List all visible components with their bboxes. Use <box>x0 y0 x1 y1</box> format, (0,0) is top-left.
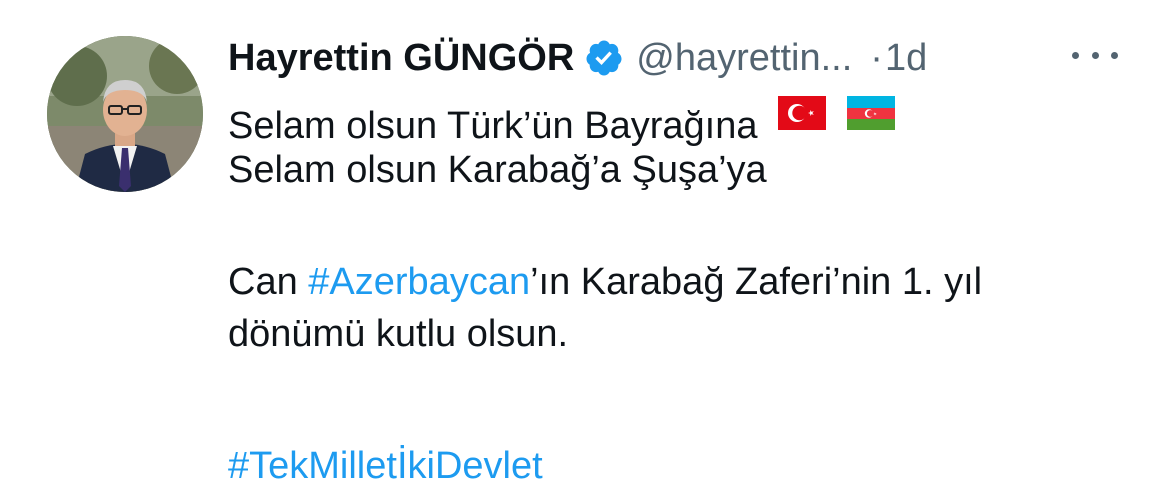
verified-badge-icon <box>584 38 624 78</box>
hashtag-tekmilletikidevlet[interactable]: #TekMilletİkiDevlet <box>228 445 543 487</box>
dot <box>1072 51 1079 59</box>
dot <box>1111 51 1118 59</box>
more-options-icon[interactable] <box>1072 40 1118 70</box>
author-handle[interactable]: @hayrettin... <box>636 37 852 80</box>
dot <box>1091 51 1099 59</box>
tweet-header: Hayrettin GÜNGÖR @hayrettin... · 1d <box>228 30 927 86</box>
line3-suffix: ’ın Karabağ Zaferi’nin 1. yıl <box>530 261 983 303</box>
azerbaijan-flag-icon <box>846 92 895 144</box>
text-line: Selam olsun Türk’ün Bayrağına <box>228 92 1148 147</box>
hashtag-azerbaycan[interactable]: #Azerbaycan <box>308 261 530 303</box>
text-line: #TekMilletİkiDevlet <box>228 440 1148 492</box>
text-line: dönümü kutlu olsun. <box>228 308 1148 360</box>
avatar[interactable] <box>47 36 203 192</box>
line3-prefix: Can <box>228 261 309 303</box>
tweet[interactable]: Hayrettin GÜNGÖR @hayrettin... · 1d Sela… <box>0 0 1170 500</box>
avatar-image <box>47 36 203 192</box>
line4-text: dönümü kutlu olsun. <box>228 313 569 355</box>
author-name[interactable]: Hayrettin GÜNGÖR <box>228 37 574 80</box>
timestamp[interactable]: 1d <box>885 37 927 80</box>
tweet-text: Selam olsun Türk’ün Bayrağına Selam olsu… <box>228 92 1148 492</box>
text-line: Selam olsun Karabağ’a Şuşa’ya <box>228 144 1148 196</box>
turkey-flag-icon <box>778 92 827 144</box>
text-line: Can #Azerbaycan’ın Karabağ Zaferi’nin 1.… <box>228 256 1148 308</box>
separator-dot: · <box>870 36 883 79</box>
line2-text: Selam olsun Karabağ’a Şuşa’ya <box>228 149 767 191</box>
line1-text: Selam olsun Türk’ün Bayrağına <box>228 105 758 147</box>
